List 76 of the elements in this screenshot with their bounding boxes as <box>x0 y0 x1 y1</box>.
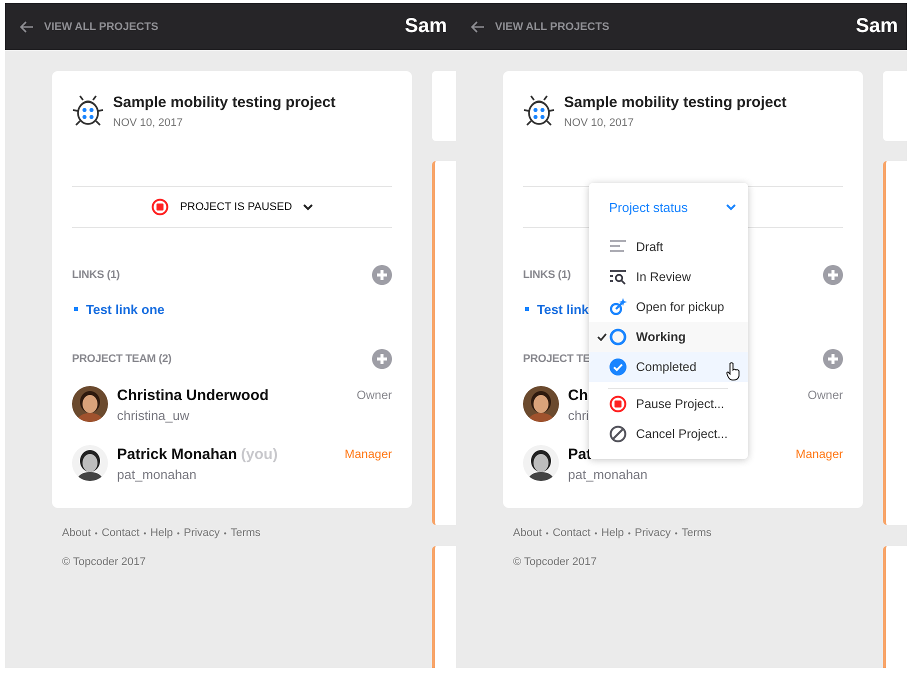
member-handle: pat_monahan <box>568 467 649 482</box>
menu-item[interactable]: Completed <box>589 352 748 382</box>
menu-item[interactable]: Cancel Project... <box>589 419 748 449</box>
menu-item[interactable]: Draft <box>589 232 748 262</box>
section-heading: PROJECT TE <box>523 353 590 365</box>
check-circle-icon <box>609 358 627 376</box>
separator-dot: • <box>94 528 98 538</box>
copyright: © Topcoder 2017 <box>62 556 147 568</box>
footer-link[interactable]: Contact <box>552 527 590 539</box>
add-icon[interactable] <box>372 265 392 285</box>
separator-dot: • <box>143 528 146 538</box>
member-handle: chri <box>568 408 590 423</box>
menu-item[interactable]: In Review <box>589 262 748 292</box>
stop-circle-icon <box>609 395 627 413</box>
section-heading: LINKS (1) <box>523 269 571 281</box>
separator-dot: • <box>176 528 180 538</box>
member-role: Manager <box>344 447 392 461</box>
footer-link[interactable]: About <box>513 527 542 539</box>
status-dropdown[interactable]: PROJECT IS PAUSED <box>150 198 314 216</box>
separator-dot: • <box>594 528 598 538</box>
separator-dot: • <box>546 528 549 538</box>
stop-circle-icon <box>150 198 169 216</box>
footer-link[interactable]: About <box>62 527 91 539</box>
project-title: Sample mobility testing project <box>113 94 336 112</box>
checkmark-icon <box>597 333 607 341</box>
member-name: Patrick Monahan <box>117 446 238 463</box>
footer-link[interactable]: Terms <box>230 527 261 539</box>
footer-link[interactable]: Contact <box>102 527 140 539</box>
page-title: Sam <box>404 15 447 38</box>
footer-link[interactable]: Privacy <box>634 527 671 539</box>
footer-link[interactable]: Help <box>601 527 624 539</box>
back-arrow-icon[interactable] <box>471 20 485 32</box>
add-icon[interactable] <box>823 265 843 285</box>
member-name: Pat <box>568 446 592 463</box>
ladybug-icon <box>72 93 104 127</box>
member-role: Owner <box>808 388 843 402</box>
status-dropdown[interactable]: Project status <box>589 183 748 232</box>
chevron-down-icon <box>726 204 736 211</box>
link[interactable]: Test link <box>537 302 589 316</box>
footer-link[interactable]: Privacy <box>184 527 220 539</box>
review-search-icon <box>609 268 627 286</box>
back-arrow-icon[interactable] <box>20 20 34 32</box>
view-all-projects-link[interactable]: VIEW ALL PROJECTS <box>495 20 610 32</box>
menu-item[interactable]: Working <box>589 322 748 352</box>
bullet-icon <box>525 307 529 311</box>
footer-link[interactable]: Terms <box>682 527 712 539</box>
menu-item[interactable]: Pause Project... <box>589 389 748 419</box>
section-heading: PROJECT TEAM (2) <box>72 353 172 365</box>
separator-dot: • <box>628 528 631 538</box>
hand-cursor-icon <box>726 362 740 381</box>
view-all-projects-link[interactable]: VIEW ALL PROJECTS <box>44 20 158 32</box>
member-name: Ch <box>568 387 588 404</box>
member-name: Christina Underwood <box>117 387 269 404</box>
member-role: Owner <box>356 388 392 402</box>
chevron-down-icon <box>303 204 314 210</box>
section-heading: LINKS (1) <box>72 269 120 281</box>
ring-icon <box>609 328 627 346</box>
ladybug-icon <box>523 93 555 127</box>
separator-dot: • <box>674 528 678 538</box>
page-title: Sam <box>856 15 898 38</box>
member-handle: pat_monahan <box>117 467 198 482</box>
project-date: NOV 10, 2017 <box>113 117 184 129</box>
add-icon[interactable] <box>372 349 392 369</box>
member-handle: christina_uw <box>117 408 190 423</box>
bullet-icon <box>74 307 78 311</box>
target-sparkle-icon <box>609 298 627 316</box>
project-title: Sample mobility testing project <box>564 94 787 112</box>
prohibited-icon <box>609 425 627 443</box>
link[interactable]: Test link one <box>86 302 164 316</box>
footer-link[interactable]: Help <box>150 527 173 539</box>
add-icon[interactable] <box>823 349 843 369</box>
project-date: NOV 10, 2017 <box>564 117 635 129</box>
copyright: © Topcoder 2017 <box>513 556 598 568</box>
menu-item[interactable]: Open for pickup <box>589 292 748 322</box>
separator-dot: • <box>224 528 227 538</box>
member-role: Manager <box>796 447 843 461</box>
